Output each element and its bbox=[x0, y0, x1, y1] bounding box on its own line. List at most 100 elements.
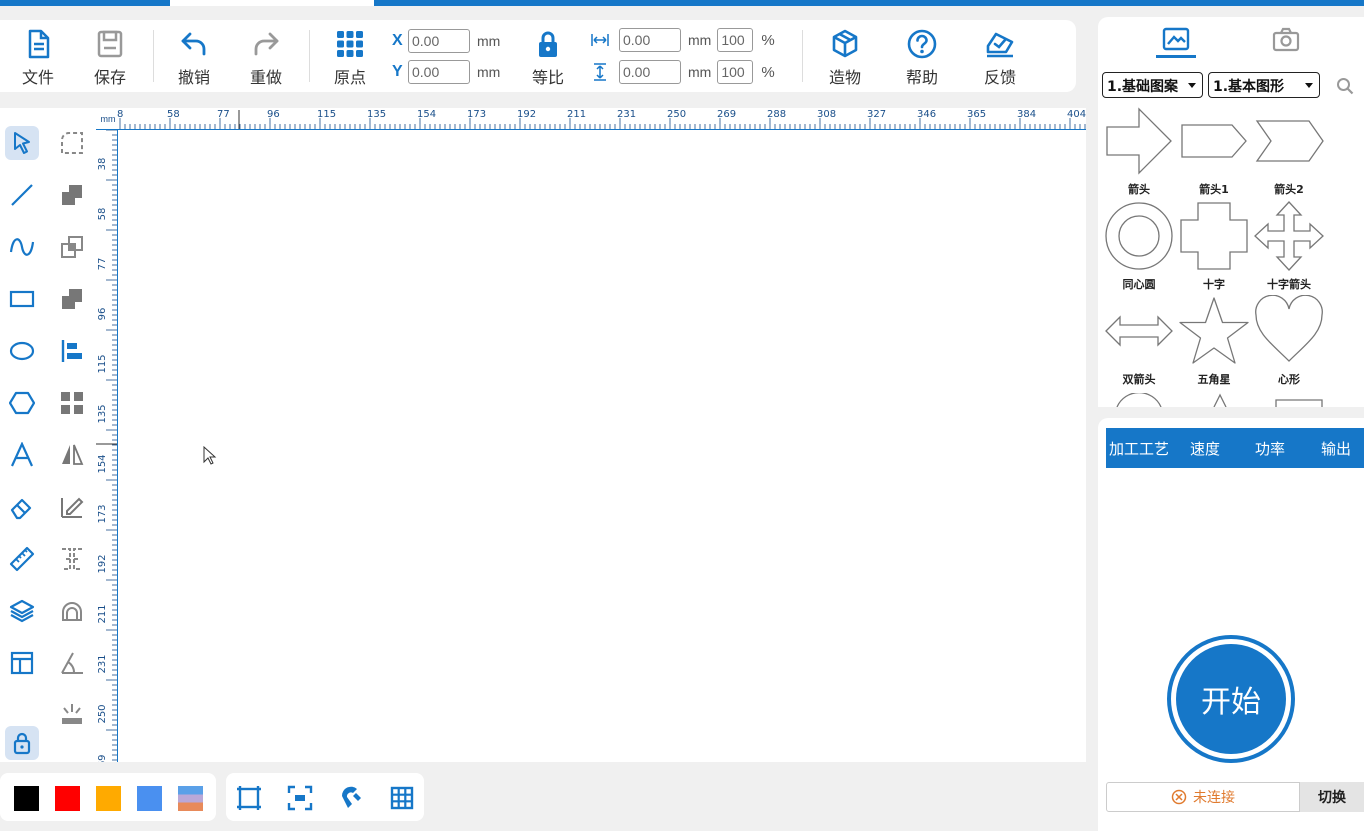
ruler-tick-label: 192 bbox=[97, 554, 108, 573]
file-button[interactable]: 文件 bbox=[8, 28, 68, 88]
shape-cross[interactable]: 十字 bbox=[1178, 200, 1250, 292]
tab-patterns[interactable] bbox=[1161, 25, 1191, 55]
align-left-tool[interactable] bbox=[55, 334, 89, 368]
split-icon bbox=[62, 548, 82, 570]
concentric-circle-shape-icon bbox=[1105, 202, 1173, 270]
category-select[interactable]: 1.基础图案 bbox=[1102, 72, 1203, 98]
split-tool[interactable] bbox=[55, 542, 89, 576]
origin-label: 原点 bbox=[333, 68, 366, 87]
switch-button[interactable]: 切换 bbox=[1300, 782, 1364, 812]
origin-button[interactable]: 原点 bbox=[320, 28, 380, 88]
fit-canvas-button[interactable] bbox=[235, 784, 263, 812]
intersect-icon bbox=[61, 236, 83, 258]
tab-camera[interactable] bbox=[1271, 25, 1301, 55]
shape-arrow[interactable]: 箭头 bbox=[1103, 105, 1175, 197]
height-percent-input[interactable] bbox=[717, 60, 754, 84]
ruler-tick-label: 96 bbox=[267, 109, 280, 120]
outline-tool[interactable] bbox=[55, 594, 89, 628]
rounded-corner-tool[interactable] bbox=[55, 126, 89, 160]
column-power: 功率 bbox=[1255, 439, 1286, 458]
shape-arrow-2[interactable]: 箭头2 bbox=[1253, 105, 1325, 197]
laser-tool[interactable] bbox=[55, 698, 89, 732]
proportional-lock-button[interactable]: 等比 bbox=[518, 28, 578, 88]
save-button[interactable]: 保存 bbox=[80, 28, 140, 88]
array-tool[interactable] bbox=[55, 386, 89, 420]
mirror-tool[interactable] bbox=[55, 438, 89, 472]
align-left-icon bbox=[61, 340, 82, 362]
magnet-snap-button[interactable] bbox=[336, 784, 364, 812]
process-panel: 加工工艺 速度 功率 输出 开始 未连接 切换 bbox=[1098, 418, 1364, 831]
ruler-tick-label: 58 bbox=[167, 109, 180, 120]
shape-library-panel: 1.基础图案 1.基本图形 箭头 箭头1 箭头2 同心圆 十字 十字箭头 双箭头… bbox=[1098, 17, 1364, 407]
shape-double-arrow[interactable]: 双箭头 bbox=[1103, 295, 1175, 387]
width-input[interactable] bbox=[619, 28, 681, 52]
edit-node-tool[interactable] bbox=[55, 490, 89, 524]
angle-tool[interactable] bbox=[55, 646, 89, 680]
shape-label: 同心圆 bbox=[1122, 278, 1156, 291]
lock-tool[interactable] bbox=[5, 726, 39, 760]
x-coordinate-input[interactable] bbox=[408, 29, 470, 53]
outline-icon bbox=[62, 602, 82, 621]
line-icon bbox=[11, 184, 33, 206]
ruler-tick-label: 269 bbox=[97, 754, 108, 762]
union-tool[interactable] bbox=[55, 178, 89, 212]
search-icon[interactable] bbox=[1336, 77, 1354, 95]
ruler-tick-label: 135 bbox=[97, 404, 108, 423]
progress-segment bbox=[374, 0, 1364, 6]
save-icon bbox=[97, 30, 123, 58]
subcategory-select[interactable]: 1.基本图形 bbox=[1208, 72, 1320, 98]
redo-label: 重做 bbox=[249, 68, 282, 87]
x-coordinate-row: X mm bbox=[392, 29, 500, 53]
help-button[interactable]: 帮助 bbox=[892, 28, 952, 88]
shape-arrow-1[interactable]: 箭头1 bbox=[1178, 105, 1250, 197]
measure-tool[interactable] bbox=[5, 542, 39, 576]
subtract-tool[interactable] bbox=[55, 282, 89, 316]
union-icon bbox=[62, 185, 82, 205]
line-tool[interactable] bbox=[5, 178, 39, 212]
color-swatch-black[interactable] bbox=[14, 786, 39, 811]
shape-quad-arrow[interactable]: 十字箭头 bbox=[1253, 200, 1325, 292]
ellipse-tool[interactable] bbox=[5, 334, 39, 368]
y-coordinate-row: Y mm bbox=[392, 60, 500, 84]
unit-label: mm bbox=[477, 64, 501, 80]
shape-star[interactable]: 五角星 bbox=[1178, 295, 1250, 387]
grid-toggle-button[interactable] bbox=[388, 784, 416, 812]
design-canvas[interactable]: mm 8 58 77 96 115 135 154 173 192 211 231 250 269 288… bbox=[96, 108, 1086, 762]
undo-button[interactable]: 撤销 bbox=[164, 28, 224, 88]
ruler-tick-label: 250 bbox=[667, 109, 686, 120]
polygon-tool[interactable] bbox=[5, 386, 39, 420]
color-swatch-red[interactable] bbox=[55, 786, 80, 811]
color-swatch-orange[interactable] bbox=[96, 786, 121, 811]
heart-shape-icon bbox=[1255, 295, 1323, 362]
build-button[interactable]: 造物 bbox=[815, 28, 875, 88]
color-swatch-multi[interactable] bbox=[178, 786, 203, 811]
ruler-tick-label: 135 bbox=[367, 109, 386, 120]
arrow-shape-icon bbox=[1106, 107, 1172, 175]
intersect-tool[interactable] bbox=[55, 230, 89, 264]
rectangle-tool[interactable] bbox=[5, 282, 39, 316]
shape-concentric-circle[interactable]: 同心圆 bbox=[1103, 200, 1175, 292]
redo-button[interactable]: 重做 bbox=[236, 28, 296, 88]
start-button[interactable]: 开始 bbox=[1167, 635, 1295, 763]
width-percent-input[interactable] bbox=[717, 28, 754, 52]
ruler-tick-label: 346 bbox=[917, 109, 936, 120]
feedback-button[interactable]: 反馈 bbox=[970, 28, 1030, 88]
layout-tool[interactable] bbox=[5, 646, 39, 680]
shape-heart[interactable]: 心形 bbox=[1253, 295, 1325, 387]
eraser-tool[interactable] bbox=[5, 490, 39, 524]
ruler-tick-label: 365 bbox=[967, 109, 986, 120]
curve-icon bbox=[9, 238, 35, 256]
percent-sign: % bbox=[761, 63, 775, 81]
toolbar-divider bbox=[802, 30, 803, 82]
fit-selection-button[interactable] bbox=[286, 784, 314, 812]
y-coordinate-input[interactable] bbox=[408, 60, 470, 84]
select-tool[interactable] bbox=[5, 126, 39, 160]
height-input[interactable] bbox=[619, 60, 681, 84]
ruler-tick-label: 211 bbox=[97, 604, 108, 623]
text-tool[interactable] bbox=[5, 438, 39, 472]
layers-tool[interactable] bbox=[5, 594, 39, 628]
curve-tool[interactable] bbox=[5, 230, 39, 264]
shape-label: 箭头 bbox=[1128, 183, 1150, 196]
ruler-tick-label: 38 bbox=[97, 158, 108, 171]
color-swatch-blue[interactable] bbox=[137, 786, 162, 811]
